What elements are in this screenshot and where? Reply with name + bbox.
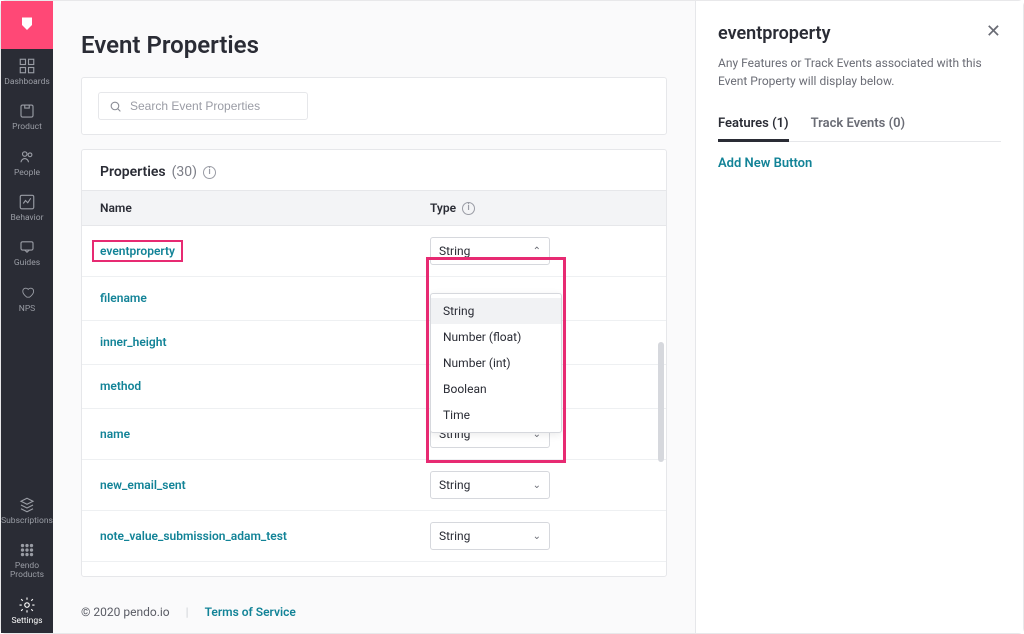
main-content: Event Properties Properties (30) i Name … xyxy=(53,1,695,633)
dropdown-option[interactable]: Time xyxy=(431,402,561,428)
property-name-link[interactable]: filename xyxy=(100,291,147,305)
type-select-value: String xyxy=(439,244,470,258)
property-name-link[interactable]: method xyxy=(100,379,141,393)
detail-description: Any Features or Track Events associated … xyxy=(718,54,1001,90)
info-icon[interactable]: i xyxy=(462,202,475,215)
sidebar: Dashboards Product People Behavior Guide… xyxy=(1,1,53,633)
chevron-up-icon: ⌃ xyxy=(533,246,541,257)
search-input[interactable] xyxy=(130,99,297,113)
dropdown-option[interactable]: Boolean xyxy=(431,376,561,402)
table-row: inner_height xyxy=(82,321,666,365)
properties-count: (30) xyxy=(172,164,197,180)
detail-panel: eventproperty ✕ Any Features or Track Ev… xyxy=(695,1,1023,633)
sidebar-item-label: Product xyxy=(12,123,42,132)
copyright: © 2020 pendo.io xyxy=(81,605,170,619)
sidebar-item-behavior[interactable]: Behavior xyxy=(1,185,53,230)
table-body: eventproperty String ⌃ filename inner_he… xyxy=(82,226,666,576)
sidebar-item-guides[interactable]: Guides xyxy=(1,230,53,275)
type-select-value: String xyxy=(439,478,470,492)
sidebar-item-product[interactable]: Product xyxy=(1,94,53,139)
sidebar-item-label: NPS xyxy=(19,305,35,314)
table-row: new_email_sent String ⌄ xyxy=(82,460,666,511)
sidebar-item-people[interactable]: People xyxy=(1,140,53,185)
tab-track-events[interactable]: Track Events (0) xyxy=(811,108,906,142)
property-name-link[interactable]: note_value_submission_adam_test xyxy=(100,529,287,543)
property-name-link[interactable]: eventproperty xyxy=(92,240,183,262)
sidebar-item-pendo-products[interactable]: Pendo Products xyxy=(1,533,53,588)
dropdown-option[interactable]: Number (float) xyxy=(431,324,561,350)
footer-divider: | xyxy=(186,605,189,619)
app-logo[interactable] xyxy=(1,1,53,49)
sidebar-item-label: Guides xyxy=(14,259,40,268)
search-card xyxy=(81,77,667,135)
scrollbar[interactable] xyxy=(658,342,664,462)
properties-header: Properties (30) i xyxy=(82,150,666,190)
sidebar-item-subscriptions[interactable]: Subscriptions xyxy=(1,488,53,533)
table-header: Name Type i xyxy=(82,190,666,226)
table-row: name String ⌄ xyxy=(82,409,666,460)
add-new-button[interactable]: Add New Button xyxy=(718,156,812,171)
search-input-wrap[interactable] xyxy=(98,92,308,120)
sidebar-item-nps[interactable]: NPS xyxy=(1,276,53,321)
table-row: filename xyxy=(82,277,666,321)
page-title: Event Properties xyxy=(81,31,667,59)
table-row: eventproperty String ⌃ xyxy=(82,226,666,277)
terms-link[interactable]: Terms of Service xyxy=(205,605,296,619)
sidebar-item-label: Settings xyxy=(11,617,42,626)
sidebar-item-label: Subscriptions xyxy=(1,517,53,526)
tab-features[interactable]: Features (1) xyxy=(718,108,789,142)
col-header-name: Name xyxy=(100,201,430,215)
properties-label: Properties xyxy=(100,164,166,180)
properties-card: Properties (30) i Name Type i eventprope… xyxy=(81,149,667,577)
type-select[interactable]: String ⌄ xyxy=(430,522,550,550)
search-icon xyxy=(109,100,122,113)
close-icon[interactable]: ✕ xyxy=(986,23,1001,41)
chevron-down-icon: ⌄ xyxy=(533,480,541,491)
type-select[interactable]: String ⌄ xyxy=(430,471,550,499)
col-header-type-label: Type xyxy=(430,201,456,215)
property-name-link[interactable]: inner_height xyxy=(100,335,166,349)
type-dropdown[interactable]: String Number (float) Number (int) Boole… xyxy=(430,293,562,433)
sidebar-item-dashboards[interactable]: Dashboards xyxy=(1,49,53,94)
sidebar-item-label: Dashboards xyxy=(4,78,50,87)
sidebar-item-label: Behavior xyxy=(11,214,44,223)
type-select[interactable]: String ⌃ xyxy=(430,237,550,265)
info-icon[interactable]: i xyxy=(203,166,216,179)
type-select-value: String xyxy=(439,529,470,543)
footer: © 2020 pendo.io | Terms of Service xyxy=(81,591,667,619)
table-row: method xyxy=(82,365,666,409)
property-name-link[interactable]: new_email_sent xyxy=(100,478,186,492)
dropdown-option[interactable]: Number (int) xyxy=(431,350,561,376)
dropdown-option[interactable]: String xyxy=(431,298,561,324)
sidebar-item-label: Pendo Products xyxy=(1,562,53,581)
chevron-down-icon: ⌄ xyxy=(533,531,541,542)
detail-title: eventproperty xyxy=(718,23,831,44)
sidebar-item-label: People xyxy=(14,169,40,178)
col-header-type: Type i xyxy=(430,201,590,215)
sidebar-item-settings[interactable]: Settings xyxy=(1,588,53,633)
property-name-link[interactable]: name xyxy=(100,427,130,441)
detail-tabs: Features (1) Track Events (0) xyxy=(718,108,1001,142)
table-row: note_value_submission_adam_test String ⌄ xyxy=(82,511,666,562)
